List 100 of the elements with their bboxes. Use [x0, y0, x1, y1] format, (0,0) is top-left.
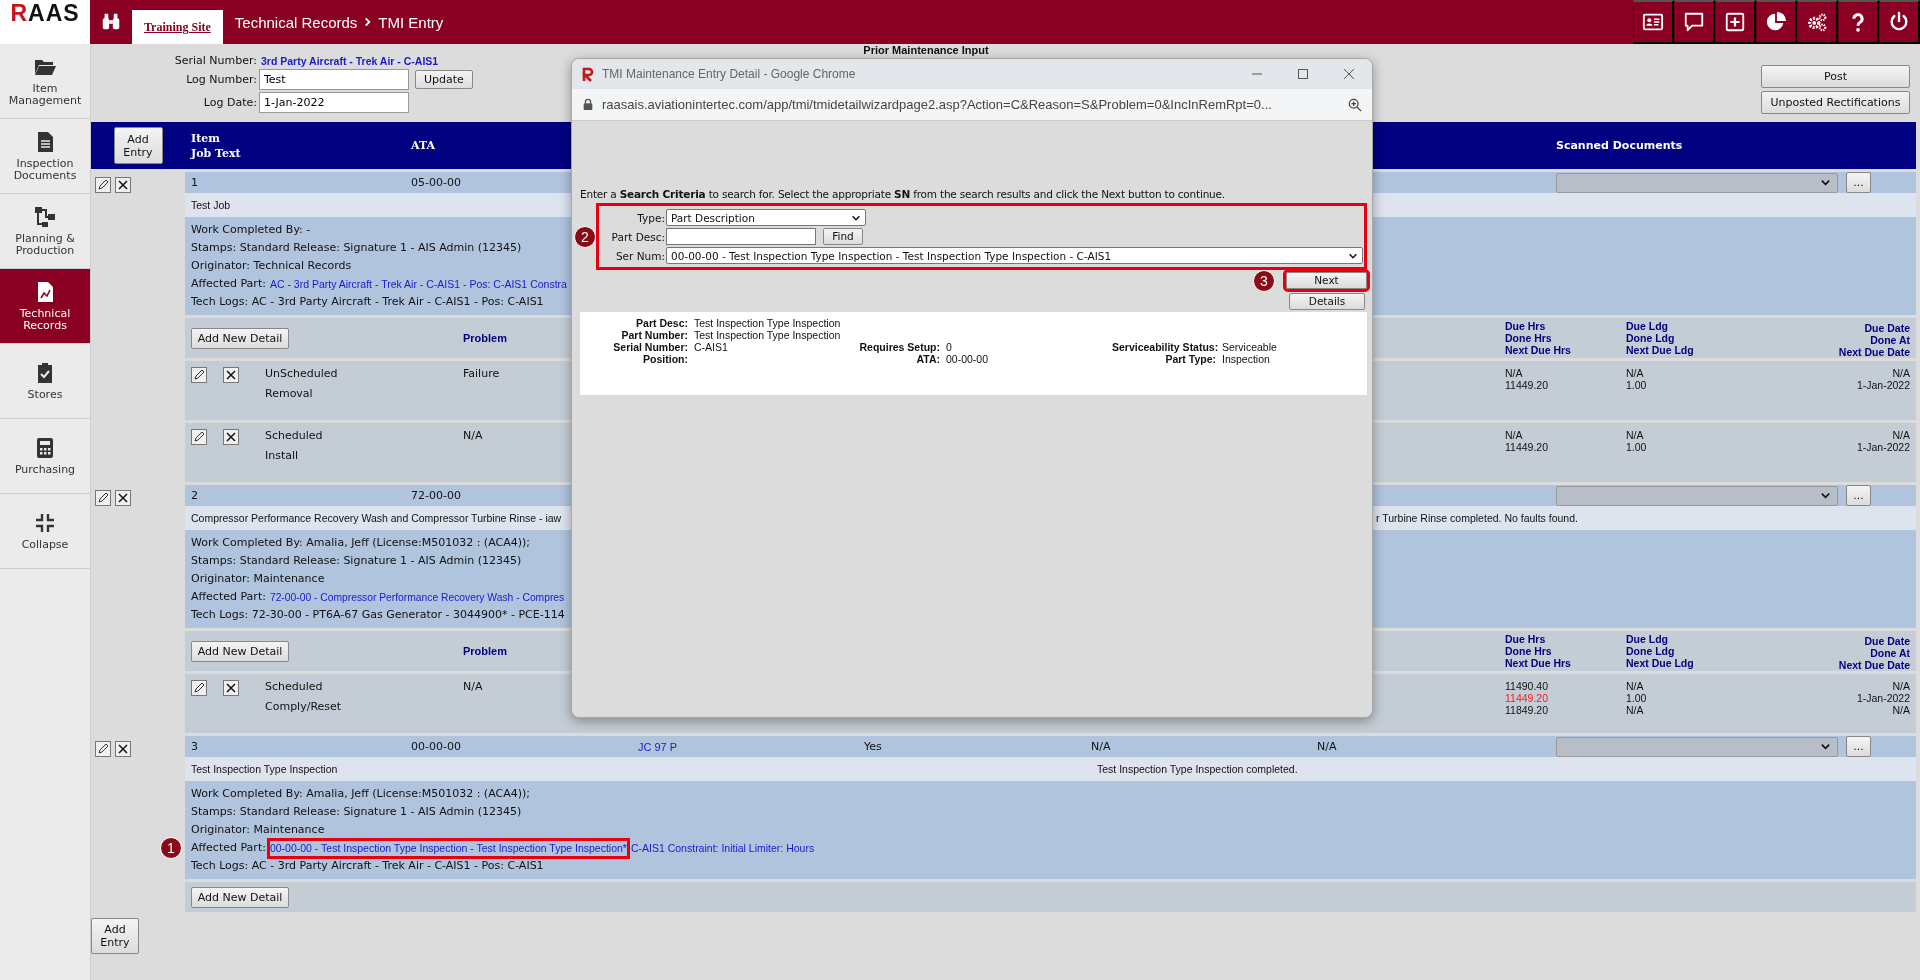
detail-text: Stamps: Standard Release: Signature 1 - AIS Admin (12345): [191, 553, 522, 569]
add-entry-button[interactable]: Add Entry: [113, 127, 163, 164]
field-label: Part Desc:: [635, 317, 688, 329]
delete-icon[interactable]: [115, 177, 131, 193]
serial-number-dropdown[interactable]: 00-00-00 - Test Inspection Type Inspection - Test Inspection Type Inspection - C-AIS1: [666, 247, 1363, 264]
column-header: Next Due Date: [1838, 345, 1910, 358]
part-link[interactable]: 00-00-00 - Test Inspection Type Inspection - Test Inspection Type Inspection*: [269, 840, 627, 856]
site-tab[interactable]: Training Site: [132, 10, 223, 44]
part-link[interactable]: C-AIS1 Constraint: Initial Limiter: Hours: [630, 840, 815, 856]
browse-button[interactable]: ...: [1846, 485, 1871, 506]
edit-icon[interactable]: [95, 177, 111, 193]
field-label: ATA:: [915, 353, 940, 365]
id-card-icon: [1642, 11, 1664, 33]
sidebar-item[interactable]: Item Management: [0, 44, 90, 119]
table-cell-text: N/A: [1626, 680, 1645, 692]
close-icon[interactable]: [1343, 68, 1355, 80]
part-desc-field[interactable]: [666, 228, 816, 245]
table-cell: 05-00-00: [411, 176, 461, 189]
sidebar-item[interactable]: Collapse: [0, 494, 90, 569]
field-label: Affected Part:: [191, 276, 266, 292]
find-button[interactable]: Find: [823, 228, 863, 245]
field-label: Serviceability Status:: [1112, 341, 1216, 353]
field-label: Affected Part:: [191, 840, 266, 856]
rectifications-button[interactable]: Unposted Rectifications: [1761, 91, 1910, 114]
column-header: Due Hrs: [1505, 320, 1547, 332]
chevron-down-icon: [1820, 177, 1831, 188]
delete-icon[interactable]: [115, 490, 131, 506]
breadcrumb-item[interactable]: Technical Records: [234, 13, 358, 31]
power-button[interactable]: [1879, 0, 1920, 44]
table-cell-text: 11849.20: [1505, 704, 1549, 716]
sidebar-item[interactable]: Technical Records: [0, 269, 90, 344]
log-number-field[interactable]: Test: [259, 69, 409, 90]
table-cell-text: N/A: [1626, 704, 1645, 716]
browse-button[interactable]: ...: [1846, 172, 1871, 193]
step-marker: 3: [1253, 269, 1275, 292]
delete-icon[interactable]: [115, 741, 131, 757]
help-button[interactable]: [1838, 0, 1879, 44]
add-detail-button[interactable]: Add New Detail: [191, 327, 289, 349]
app-logo: RAAS: [0, 0, 90, 44]
column-header: Due Ldg: [1626, 320, 1669, 332]
field-label: Part Type:: [1164, 353, 1216, 365]
sidebar-item[interactable]: Purchasing: [0, 419, 90, 494]
maximize-icon[interactable]: [1297, 68, 1309, 80]
edit-icon[interactable]: [191, 429, 207, 445]
update-button[interactable]: Update: [415, 70, 473, 89]
zoom-in-icon[interactable]: [1348, 97, 1362, 112]
column-header: Item: [191, 131, 221, 145]
column-header: ATA: [411, 139, 437, 152]
field-value: 00-00-00: [946, 353, 989, 365]
browse-button[interactable]: ...: [1846, 736, 1871, 757]
table-cell-text: Install: [265, 448, 300, 464]
add-button[interactable]: [1715, 0, 1756, 44]
table-cell: N/A: [463, 429, 483, 442]
edit-icon[interactable]: [95, 490, 111, 506]
table-cell: 3: [191, 740, 198, 753]
detail-text: Stamps: Standard Release: Signature 1 - AIS Admin (12345): [191, 240, 522, 256]
delete-icon[interactable]: [223, 429, 239, 445]
pie-chart-button[interactable]: [1756, 0, 1797, 44]
detail-text: Tech Logs: 72-30-00 - PT6A-67 Gas Generator - 3044900* - PCE-114: [191, 607, 565, 623]
table-cell-text: 11490.40: [1505, 680, 1549, 692]
part-link[interactable]: 72-00-00 - Compressor Performance Recovery Wash - Compres: [269, 589, 565, 605]
details-button[interactable]: Details: [1289, 293, 1365, 310]
edit-icon[interactable]: [191, 680, 207, 696]
settings-button[interactable]: [1797, 0, 1838, 44]
sidebar-item[interactable]: Stores: [0, 344, 90, 419]
delete-icon[interactable]: [223, 367, 239, 383]
field-value: Test Inspection Type Inspection: [694, 329, 841, 341]
part-link[interactable]: AC - 3rd Party Aircraft - Trek Air - C-AIS1 - Pos: C-AIS1 Constra: [269, 276, 567, 292]
log-date-field[interactable]: 1-Jan-2022: [259, 92, 409, 113]
job-text: Compressor Performance Recovery Wash and Compressor Turbine Rinse - iaw: [191, 512, 562, 524]
delete-icon[interactable]: [223, 680, 239, 696]
pie-chart-icon: [1765, 11, 1787, 33]
add-detail-button[interactable]: Add New Detail: [191, 886, 289, 908]
job-card-link[interactable]: JC 97 P: [638, 740, 678, 753]
field-label: Serial Number:: [612, 341, 688, 353]
edit-icon[interactable]: [191, 367, 207, 383]
detail-text: Originator: Maintenance: [191, 822, 325, 838]
serial-number-link[interactable]: 3rd Party Aircraft - Trek Air - C-AIS1: [259, 54, 511, 67]
column-header: Problem: [463, 332, 507, 344]
logo-icon: [580, 66, 594, 82]
edit-icon[interactable]: [95, 741, 111, 757]
post-button[interactable]: Post: [1761, 65, 1910, 88]
comment-button[interactable]: [1674, 0, 1715, 44]
field-label: Affected Part:: [191, 589, 266, 605]
table-cell-text: 1.00: [1626, 379, 1648, 391]
sidebar-item[interactable]: Inspection Documents: [0, 119, 90, 194]
lock-icon: [582, 98, 594, 111]
type-dropdown[interactable]: Part Description: [666, 209, 866, 226]
add-entry-button[interactable]: Add Entry: [91, 918, 139, 954]
column-header: Due Date: [1864, 634, 1910, 647]
add-detail-button[interactable]: Add New Detail: [191, 640, 289, 662]
table-cell-text: N/A: [1626, 367, 1645, 379]
table-cell-text: 11449.20: [1505, 379, 1549, 391]
field-value: Serviceable: [1222, 341, 1277, 353]
next-button[interactable]: Next: [1286, 272, 1367, 289]
table-cell-text: 1.00: [1626, 692, 1648, 704]
table-cell: 1-Jan-2022: [1856, 441, 1910, 453]
id-card-button[interactable]: [1633, 0, 1674, 44]
add-icon: [1724, 11, 1746, 33]
detail-text: Stamps: Standard Release: Signature 1 - AIS Admin (12345): [191, 804, 522, 820]
